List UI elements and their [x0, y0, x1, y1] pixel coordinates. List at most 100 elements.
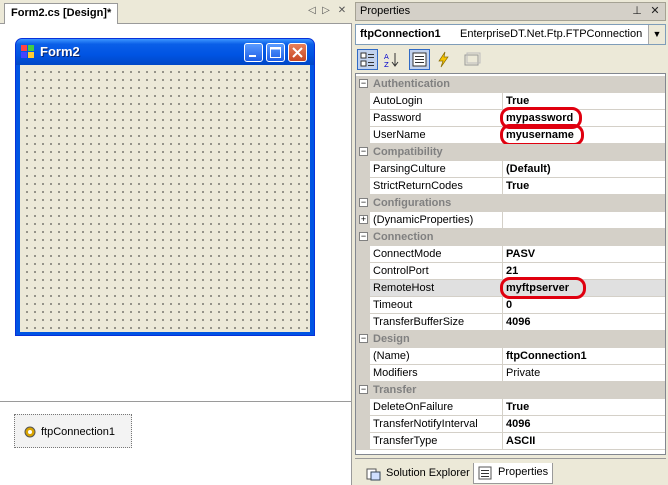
tray-item-label: ftpConnection1 — [41, 426, 115, 438]
property-value[interactable]: 4096 — [506, 418, 530, 430]
object-selector-type: EnterpriseDT.Net.Ftp.FTPConnection — [460, 28, 643, 40]
property-name: TransferBufferSize — [373, 316, 465, 328]
property-row-strictreturncodes[interactable]: StrictReturnCodes True — [356, 178, 665, 195]
property-value[interactable]: True — [506, 95, 529, 107]
property-name: ConnectMode — [373, 248, 442, 260]
bottom-tab-bar: Solution Explorer Properties — [355, 458, 666, 485]
form2-client-area[interactable] — [20, 65, 310, 332]
minimize-icon — [249, 55, 256, 57]
properties-title: Properties — [360, 5, 411, 17]
categorized-icon — [360, 52, 374, 67]
sort-alphabetical-icon: A Z — [384, 53, 399, 69]
property-value[interactable]: 0 — [506, 299, 512, 311]
property-row-transfertype[interactable]: TransferType ASCII — [356, 433, 665, 450]
alphabetical-button[interactable]: A Z — [381, 49, 402, 70]
scroll-right-icon[interactable]: ▷ — [320, 5, 332, 17]
tray-item-ftpconnection[interactable]: ftpConnection1 — [14, 414, 132, 448]
property-row-remotehost[interactable]: RemoteHost myftpserver — [356, 277, 665, 299]
expand-icon[interactable]: + — [359, 215, 368, 224]
property-row-transferbuffersize[interactable]: TransferBufferSize 4096 — [356, 314, 665, 331]
property-row-connectmode[interactable]: ConnectMode PASV — [356, 246, 665, 263]
property-row-name[interactable]: (Name) ftpConnection1 — [356, 348, 665, 365]
events-button[interactable] — [433, 49, 454, 70]
property-row-transfernotifyinterval[interactable]: TransferNotifyInterval 4096 — [356, 416, 665, 433]
form2-title: Form2 — [40, 44, 80, 59]
solution-explorer-icon — [366, 468, 381, 481]
property-value[interactable]: True — [506, 401, 529, 413]
collapse-icon[interactable]: − — [359, 147, 368, 156]
property-name: TransferType — [373, 435, 438, 447]
categorized-button[interactable] — [357, 49, 378, 70]
form-icon — [21, 45, 34, 58]
properties-titlebar: Properties ⊥ ✕ — [355, 2, 666, 21]
property-value[interactable]: 21 — [506, 265, 518, 277]
tab-label: Solution Explorer — [386, 467, 470, 479]
collapse-icon[interactable]: − — [359, 198, 368, 207]
property-name: ControlPort — [373, 265, 429, 277]
property-name: (Name) — [373, 350, 410, 362]
property-name: Modifiers — [373, 367, 418, 379]
document-tab-form2-design[interactable]: Form2.cs [Design]* — [4, 3, 119, 24]
category-transfer[interactable]: − Transfer — [356, 382, 665, 399]
property-value[interactable]: ftpConnection1 — [506, 350, 587, 362]
tab-properties[interactable]: Properties — [473, 463, 554, 484]
property-name: DeleteOnFailure — [373, 401, 454, 413]
close-document-icon[interactable]: ✕ — [336, 5, 348, 17]
property-value[interactable]: PASV — [506, 248, 535, 260]
category-design[interactable]: − Design — [356, 331, 665, 348]
properties-toolbar: A Z — [355, 47, 666, 71]
property-name: AutoLogin — [373, 95, 423, 107]
property-value[interactable]: Private — [506, 367, 540, 379]
close-icon — [292, 47, 303, 58]
pin-icon[interactable]: ⊥ — [630, 4, 644, 18]
collapse-icon[interactable]: − — [359, 334, 368, 343]
property-name: TransferNotifyInterval — [373, 418, 478, 430]
properties-icon — [412, 52, 427, 67]
property-row-deleteonfailure[interactable]: DeleteOnFailure True — [356, 399, 665, 416]
ftp-component-icon — [24, 426, 36, 438]
designer-pane: Form2.cs [Design]* ◁ ▷ ✕ Form2 ftpConnec… — [0, 0, 352, 485]
scroll-left-icon[interactable]: ◁ — [306, 5, 318, 17]
maximize-button[interactable] — [266, 43, 285, 62]
tab-solution-explorer[interactable]: Solution Explorer — [361, 463, 475, 484]
form2-window[interactable]: Form2 — [15, 38, 315, 336]
close-pane-icon[interactable]: ✕ — [648, 4, 662, 18]
properties-view-button[interactable] — [409, 49, 430, 70]
property-row-username[interactable]: UserName myusername — [356, 124, 665, 146]
property-pages-button[interactable] — [461, 49, 482, 70]
highlight-circle — [500, 124, 584, 146]
chevron-down-icon[interactable]: ▼ — [648, 25, 665, 44]
component-tray: ftpConnection1 — [0, 401, 351, 485]
maximize-icon — [270, 47, 281, 58]
property-name: Password — [373, 112, 422, 124]
object-selector-name: ftpConnection1 — [360, 28, 441, 40]
property-row-modifiers[interactable]: Modifiers Private — [356, 365, 665, 382]
property-value[interactable]: (Default) — [506, 163, 551, 175]
property-row-timeout[interactable]: Timeout 0 — [356, 297, 665, 314]
category-connection[interactable]: − Connection — [356, 229, 665, 246]
property-pages-icon — [464, 52, 481, 66]
object-selector-dropdown[interactable]: ftpConnection1 EnterpriseDT.Net.Ftp.FTPC… — [355, 24, 666, 45]
property-value[interactable]: 4096 — [506, 316, 530, 328]
property-row-parsingculture[interactable]: ParsingCulture (Default) — [356, 161, 665, 178]
collapse-icon[interactable]: − — [359, 79, 368, 88]
property-value[interactable]: True — [506, 180, 529, 192]
collapse-icon[interactable]: − — [359, 385, 368, 394]
property-row-dynamicproperties[interactable]: + (DynamicProperties) — [356, 212, 665, 229]
property-name: StrictReturnCodes — [373, 180, 463, 192]
properties-pane: Properties ⊥ ✕ ftpConnection1 Enterprise… — [353, 0, 668, 485]
form2-titlebar[interactable]: Form2 — [16, 39, 314, 65]
svg-text:Z: Z — [384, 61, 389, 69]
category-compatibility[interactable]: − Compatibility — [356, 144, 665, 161]
property-name: ParsingCulture — [373, 163, 446, 175]
category-configurations[interactable]: − Configurations — [356, 195, 665, 212]
design-surface: Form2 — [0, 25, 351, 400]
document-tab-bar: Form2.cs [Design]* ◁ ▷ ✕ — [0, 0, 352, 24]
category-authentication[interactable]: − Authentication — [356, 76, 665, 93]
collapse-icon[interactable]: − — [359, 232, 368, 241]
property-name: Timeout — [373, 299, 413, 311]
property-value[interactable]: ASCII — [506, 435, 535, 447]
close-button[interactable] — [288, 43, 307, 62]
property-name: RemoteHost — [373, 282, 435, 294]
minimize-button[interactable] — [244, 43, 263, 62]
